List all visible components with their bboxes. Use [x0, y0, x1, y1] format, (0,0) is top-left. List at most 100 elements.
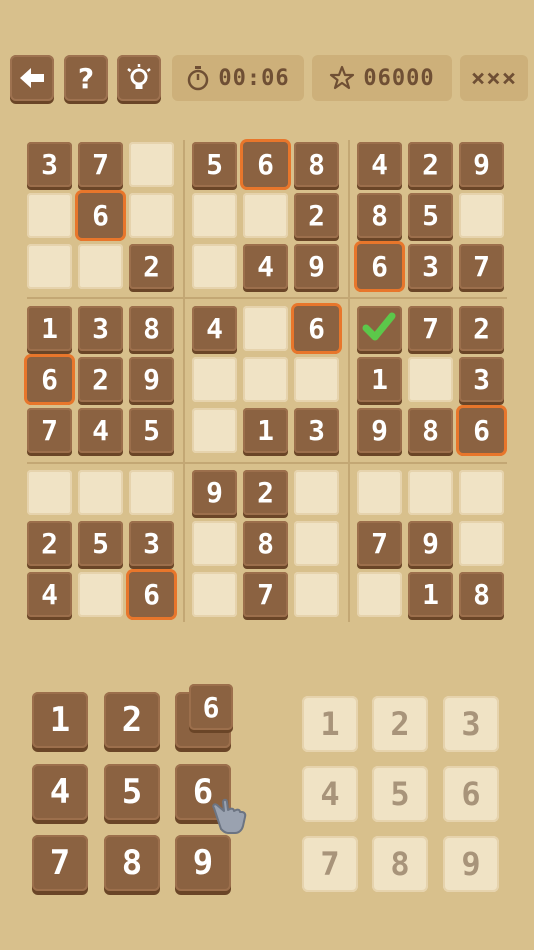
board-cell[interactable]	[459, 193, 504, 238]
candidate-key[interactable]: 3	[443, 696, 499, 752]
board-cell[interactable]	[129, 142, 174, 187]
board-cell[interactable]: 6	[357, 244, 402, 289]
board-cell[interactable]	[129, 470, 174, 515]
board-cell[interactable]	[192, 572, 237, 617]
board-cell[interactable]	[27, 244, 72, 289]
number-key[interactable]: 8	[104, 835, 160, 891]
board-cell[interactable]: 9	[408, 521, 453, 566]
board-cell[interactable]: 4	[27, 572, 72, 617]
board-cell[interactable]: 7	[27, 408, 72, 453]
board-cell[interactable]: 9	[294, 244, 339, 289]
board-cell[interactable]	[78, 470, 123, 515]
number-key[interactable]: 4	[32, 764, 88, 820]
board-cell[interactable]: 9	[192, 470, 237, 515]
board-cell[interactable]	[357, 470, 402, 515]
board-cell[interactable]	[357, 572, 402, 617]
board-cell[interactable]: 7	[243, 572, 288, 617]
board-cell[interactable]	[27, 470, 72, 515]
candidate-key[interactable]: 4	[302, 766, 358, 822]
help-button[interactable]: ?	[64, 55, 108, 101]
board-cell[interactable]	[408, 470, 453, 515]
board-cell[interactable]: 1	[408, 572, 453, 617]
board-cell[interactable]: 7	[357, 521, 402, 566]
board-cell[interactable]: 7	[78, 142, 123, 187]
board-cell[interactable]: 5	[78, 521, 123, 566]
board-cell[interactable]: 5	[192, 142, 237, 187]
candidate-key[interactable]: 2	[372, 696, 428, 752]
board-cell[interactable]: 2	[129, 244, 174, 289]
board-cell[interactable]: 9	[129, 357, 174, 402]
board-cell[interactable]: 2	[459, 306, 504, 351]
board-cell[interactable]: 1	[27, 306, 72, 351]
board-cell[interactable]	[294, 470, 339, 515]
board-cell[interactable]: 3	[408, 244, 453, 289]
board-cell[interactable]	[243, 306, 288, 351]
board-cell[interactable]: 1	[357, 357, 402, 402]
board-cell[interactable]	[192, 521, 237, 566]
board-cell[interactable]: 1	[243, 408, 288, 453]
board-cell[interactable]	[459, 521, 504, 566]
board-cell[interactable]: 6	[294, 306, 339, 351]
board-cell[interactable]: 3	[294, 408, 339, 453]
candidate-key[interactable]: 9	[443, 836, 499, 892]
number-key[interactable]: 7	[32, 835, 88, 891]
board-cell[interactable]: 6	[129, 572, 174, 617]
board-cell[interactable]: 8	[408, 408, 453, 453]
hint-button[interactable]	[117, 55, 161, 101]
candidate-key[interactable]: 1	[302, 696, 358, 752]
number-key[interactable]: 5	[104, 764, 160, 820]
board-cell[interactable]: 2	[294, 193, 339, 238]
board-cell[interactable]: 6	[459, 408, 504, 453]
board-cell[interactable]	[294, 357, 339, 402]
board-cell[interactable]	[129, 193, 174, 238]
board-cell[interactable]	[243, 357, 288, 402]
board-cell[interactable]	[27, 193, 72, 238]
board-cell[interactable]	[294, 572, 339, 617]
board-cell[interactable]: 4	[243, 244, 288, 289]
board-cell[interactable]	[357, 306, 402, 351]
board-cell[interactable]: 2	[27, 521, 72, 566]
number-key[interactable]: 2	[104, 692, 160, 748]
board-cell[interactable]: 3	[27, 142, 72, 187]
number-key[interactable]: 9	[175, 835, 231, 891]
board-cell[interactable]: 6	[27, 357, 72, 402]
board-cell[interactable]: 8	[459, 572, 504, 617]
board-cell[interactable]: 7	[459, 244, 504, 289]
candidate-key[interactable]: 7	[302, 836, 358, 892]
board-cell[interactable]: 4	[192, 306, 237, 351]
board-cell[interactable]	[243, 193, 288, 238]
board-cell[interactable]: 2	[78, 357, 123, 402]
candidate-key[interactable]: 5	[372, 766, 428, 822]
board-cell[interactable]	[192, 244, 237, 289]
board-cell[interactable]	[408, 357, 453, 402]
board-cell[interactable]: 2	[408, 142, 453, 187]
board-cell[interactable]: 9	[459, 142, 504, 187]
board-cell[interactable]: 4	[78, 408, 123, 453]
board-cell[interactable]: 5	[129, 408, 174, 453]
board-cell[interactable]	[192, 193, 237, 238]
board-cell[interactable]: 2	[243, 470, 288, 515]
board-cell[interactable]	[78, 572, 123, 617]
board-cell[interactable]: 8	[294, 142, 339, 187]
board-cell[interactable]: 6	[78, 193, 123, 238]
board-cell[interactable]: 8	[129, 306, 174, 351]
board-cell[interactable]: 4	[357, 142, 402, 187]
dragging-tile[interactable]: 6	[189, 684, 233, 730]
board-cell[interactable]	[78, 244, 123, 289]
number-key[interactable]: 1	[32, 692, 88, 748]
board-cell[interactable]: 8	[243, 521, 288, 566]
back-button[interactable]	[10, 55, 54, 101]
board-cell[interactable]	[294, 521, 339, 566]
candidate-key[interactable]: 6	[443, 766, 499, 822]
candidate-key[interactable]: 8	[372, 836, 428, 892]
board-cell[interactable]: 3	[459, 357, 504, 402]
board-cell[interactable]: 9	[357, 408, 402, 453]
board-cell[interactable]: 3	[78, 306, 123, 351]
board-cell[interactable]: 8	[357, 193, 402, 238]
board-cell[interactable]: 7	[408, 306, 453, 351]
board-cell[interactable]: 3	[129, 521, 174, 566]
board-cell[interactable]: 6	[243, 142, 288, 187]
board-cell[interactable]	[192, 408, 237, 453]
board-cell[interactable]	[192, 357, 237, 402]
board-cell[interactable]	[459, 470, 504, 515]
